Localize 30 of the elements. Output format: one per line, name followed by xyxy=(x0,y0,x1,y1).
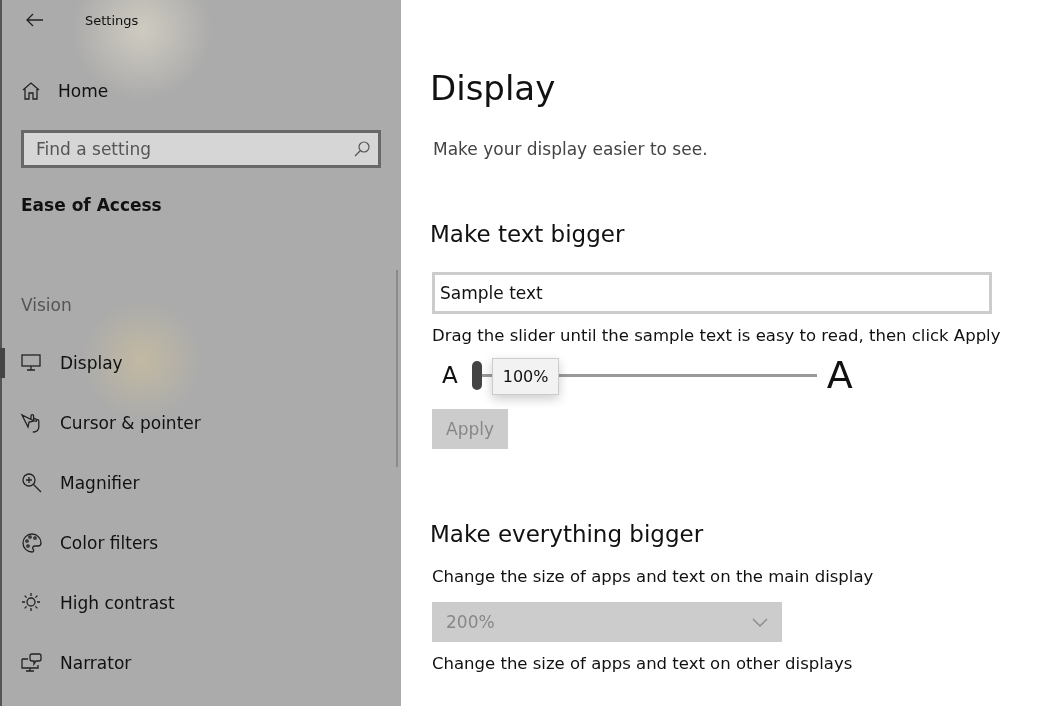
slider-thumb[interactable] xyxy=(471,360,482,390)
small-a-label: A xyxy=(442,362,458,388)
narrator-icon xyxy=(20,651,44,675)
field-label: Change the size of apps and text on other displays xyxy=(432,654,854,673)
home-nav-item[interactable]: Home xyxy=(2,69,401,113)
sample-text-box: Sample text xyxy=(432,272,992,314)
scrollbar[interactable] xyxy=(396,270,398,467)
section-heading: Make text bigger xyxy=(430,221,626,247)
sidebar-item[interactable]: High contrast xyxy=(2,573,401,633)
home-icon xyxy=(20,80,42,102)
sidebar-item[interactable]: Narrator xyxy=(2,633,401,693)
sidebar-item[interactable]: Color filters xyxy=(2,513,401,573)
large-a-label: A xyxy=(826,353,853,397)
page-subtitle: Make your display easier to see. xyxy=(433,139,709,159)
sidebar-item[interactable]: Cursor & pointer xyxy=(2,393,401,453)
search-field[interactable]: Find a setting xyxy=(21,130,381,168)
palette-icon xyxy=(20,531,44,555)
section-heading: Make everything bigger xyxy=(430,521,705,547)
sidebar-item[interactable]: Magnifier xyxy=(2,453,401,513)
category-heading: Ease of Access xyxy=(21,195,163,215)
magnifier-icon xyxy=(20,471,44,495)
field-label: Change the size of apps and text on the main display xyxy=(432,567,875,586)
chevron-down-icon xyxy=(752,617,768,627)
window-title: Settings xyxy=(85,12,139,28)
search-icon xyxy=(353,140,371,158)
page-title: Display xyxy=(430,68,557,108)
slider-tooltip: 100% xyxy=(491,357,560,395)
sidebar-item[interactable]: Display xyxy=(2,333,401,393)
section-label: Vision xyxy=(21,295,73,315)
instruction-text: Drag the slider until the sample text is easy to read, then click Apply xyxy=(432,326,1002,345)
